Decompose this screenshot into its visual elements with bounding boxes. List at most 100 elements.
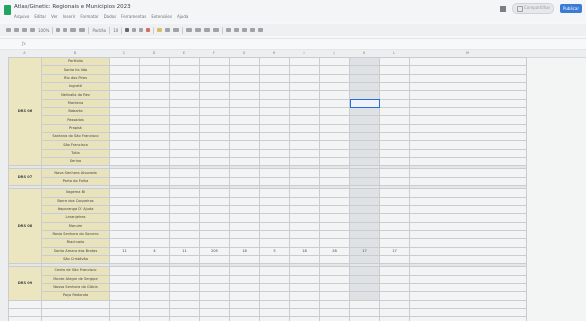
- value-cell[interactable]: [379, 282, 410, 293]
- comments-icon[interactable]: [500, 5, 506, 12]
- value-cell[interactable]: [319, 98, 350, 109]
- value-cell[interactable]: [229, 274, 260, 284]
- empty-cell[interactable]: [409, 123, 527, 134]
- value-cell[interactable]: [109, 148, 140, 159]
- empty-cell[interactable]: [379, 316, 410, 321]
- redo-icon[interactable]: [14, 28, 19, 32]
- value-cell[interactable]: [109, 291, 140, 301]
- empty-cell[interactable]: [409, 291, 527, 301]
- value-cell[interactable]: [109, 73, 140, 84]
- value-cell[interactable]: [109, 123, 140, 134]
- value-cell[interactable]: [169, 291, 200, 301]
- empty-cell[interactable]: [229, 299, 260, 309]
- value-cell[interactable]: [109, 157, 140, 167]
- value-cell[interactable]: [109, 82, 140, 92]
- empty-cell[interactable]: [409, 282, 527, 293]
- value-cell[interactable]: [199, 266, 230, 276]
- value-cell[interactable]: [229, 56, 260, 67]
- value-cell[interactable]: [379, 123, 410, 134]
- rotate-icon[interactable]: [213, 28, 220, 32]
- value-cell[interactable]: [379, 157, 410, 167]
- value-cell[interactable]: [169, 221, 200, 231]
- empty-cell[interactable]: [409, 221, 527, 231]
- value-cell[interactable]: [379, 140, 410, 150]
- value-cell[interactable]: [289, 148, 320, 159]
- value-cell[interactable]: [199, 123, 230, 134]
- empty-cell[interactable]: [379, 299, 410, 309]
- value-cell[interactable]: [229, 140, 260, 150]
- value-cell[interactable]: [139, 176, 170, 187]
- value-cell[interactable]: [259, 274, 290, 284]
- empty-cell[interactable]: [349, 316, 380, 321]
- value-cell[interactable]: [349, 98, 380, 109]
- municipality-cell[interactable]: Santo Amaro das Brotas: [41, 246, 110, 256]
- zoom-select[interactable]: 100%: [38, 28, 49, 33]
- value-cell[interactable]: [229, 188, 260, 198]
- empty-cell[interactable]: [289, 307, 320, 318]
- value-cell[interactable]: [139, 157, 170, 167]
- value-cell[interactable]: [259, 56, 290, 67]
- value-cell[interactable]: [109, 56, 140, 67]
- value-cell[interactable]: [259, 73, 290, 84]
- column-header[interactable]: F: [213, 51, 215, 55]
- group-label-cell[interactable]: DRS 09: [8, 266, 42, 301]
- empty-cell[interactable]: [409, 140, 527, 150]
- empty-cell[interactable]: [409, 299, 527, 309]
- empty-cell[interactable]: [409, 65, 527, 75]
- menu-item[interactable]: Extensões: [151, 14, 172, 19]
- empty-cell[interactable]: [8, 307, 42, 318]
- value-cell[interactable]: [169, 140, 200, 150]
- value-cell[interactable]: [139, 254, 170, 265]
- value-cell[interactable]: [289, 107, 320, 117]
- value-cell[interactable]: [259, 238, 290, 248]
- value-cell[interactable]: [169, 254, 200, 265]
- empty-cell[interactable]: [109, 299, 140, 309]
- value-cell[interactable]: 4: [139, 246, 170, 256]
- value-cell[interactable]: [379, 107, 410, 117]
- empty-cell[interactable]: [409, 82, 527, 92]
- value-cell[interactable]: [199, 282, 230, 293]
- filter-icon[interactable]: [250, 28, 256, 32]
- municipality-cell[interactable]: São Cristóvão: [41, 254, 110, 265]
- empty-cell[interactable]: [8, 299, 42, 309]
- value-cell[interactable]: [169, 238, 200, 248]
- empty-cell[interactable]: [409, 107, 527, 117]
- value-cell[interactable]: [259, 98, 290, 109]
- value-cell[interactable]: [139, 123, 170, 134]
- empty-cell[interactable]: [169, 299, 200, 309]
- value-cell[interactable]: [109, 238, 140, 248]
- value-cell[interactable]: [379, 204, 410, 215]
- value-cell[interactable]: [229, 213, 260, 223]
- column-header[interactable]: D: [153, 51, 156, 55]
- number-format-icon[interactable]: [79, 28, 86, 32]
- municipality-cell[interactable]: Cedro de São Francisco: [41, 266, 110, 276]
- value-cell[interactable]: [259, 291, 290, 301]
- municipality-cell[interactable]: Tutia: [41, 148, 110, 159]
- municipality-cell[interactable]: Passados: [41, 115, 110, 125]
- value-cell[interactable]: [259, 115, 290, 125]
- value-cell[interactable]: [199, 56, 230, 67]
- value-cell[interactable]: [319, 132, 350, 142]
- value-cell[interactable]: [139, 196, 170, 206]
- value-cell[interactable]: [109, 115, 140, 125]
- empty-cell[interactable]: [289, 299, 320, 309]
- municipality-cell[interactable]: São Francisco: [41, 140, 110, 150]
- value-cell[interactable]: [169, 90, 200, 100]
- empty-cell[interactable]: [409, 176, 527, 187]
- value-cell[interactable]: [229, 168, 260, 178]
- empty-cell[interactable]: [409, 204, 527, 215]
- link-icon[interactable]: [226, 28, 232, 32]
- value-cell[interactable]: [229, 204, 260, 215]
- value-cell[interactable]: [109, 98, 140, 109]
- value-cell[interactable]: [379, 98, 410, 109]
- value-cell[interactable]: [349, 73, 380, 84]
- empty-cell[interactable]: [139, 307, 170, 318]
- value-cell[interactable]: [229, 73, 260, 84]
- value-cell[interactable]: [259, 82, 290, 92]
- value-cell[interactable]: [349, 176, 380, 187]
- value-cell[interactable]: [139, 266, 170, 276]
- value-cell[interactable]: [139, 148, 170, 159]
- value-cell[interactable]: [319, 140, 350, 150]
- value-cell[interactable]: [379, 56, 410, 67]
- value-cell[interactable]: [349, 196, 380, 206]
